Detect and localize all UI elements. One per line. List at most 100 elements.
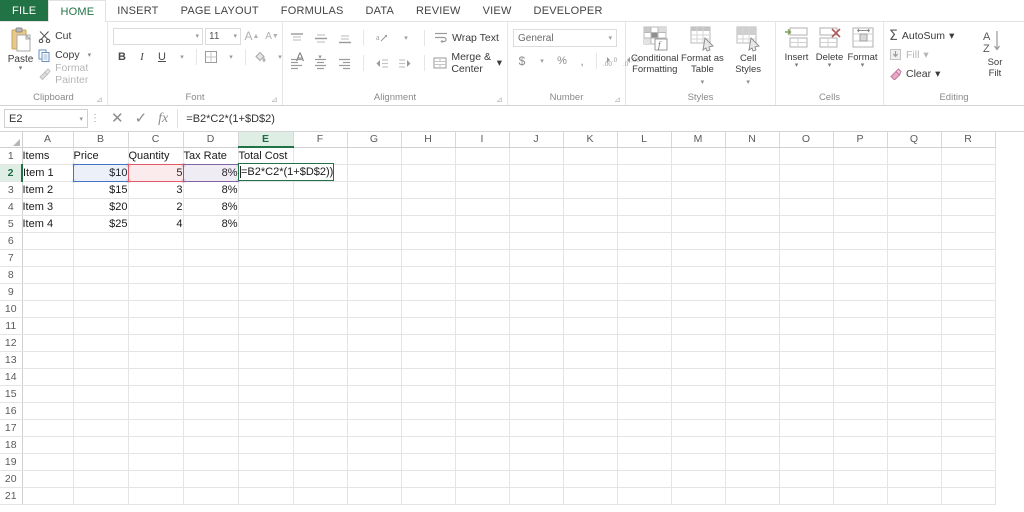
cell-L5[interactable]: [617, 215, 672, 233]
row-header-7[interactable]: 7: [0, 249, 23, 267]
cell-E16[interactable]: [238, 402, 294, 420]
row-header-13[interactable]: 13: [0, 351, 23, 369]
cell-R5[interactable]: [941, 215, 996, 233]
cell-J1[interactable]: [509, 147, 564, 165]
cell-P11[interactable]: [833, 317, 888, 335]
cell-N6[interactable]: [725, 232, 780, 250]
cell-K19[interactable]: [563, 453, 618, 471]
cell-K16[interactable]: [563, 402, 618, 420]
cell-O7[interactable]: [779, 249, 834, 267]
cell-J8[interactable]: [509, 266, 564, 284]
cell-D15[interactable]: [183, 385, 239, 403]
cell-M13[interactable]: [671, 351, 726, 369]
cell-J16[interactable]: [509, 402, 564, 420]
currency-button[interactable]: $: [513, 52, 531, 70]
row-header-9[interactable]: 9: [0, 283, 23, 301]
column-header-h[interactable]: H: [401, 132, 456, 148]
cell-D7[interactable]: [183, 249, 239, 267]
cell-N20[interactable]: [725, 470, 780, 488]
cell-O2[interactable]: [779, 164, 834, 182]
cell-E1[interactable]: Total Cost: [238, 147, 294, 165]
cell-I13[interactable]: [455, 351, 510, 369]
clear-dropdown-icon[interactable]: ▾: [935, 68, 940, 80]
cell-L20[interactable]: [617, 470, 672, 488]
cell-Q2[interactable]: [887, 164, 942, 182]
cell-O11[interactable]: [779, 317, 834, 335]
cell-K5[interactable]: [563, 215, 618, 233]
column-header-i[interactable]: I: [455, 132, 510, 148]
cell-A8[interactable]: [22, 266, 74, 284]
cell-E18[interactable]: [238, 436, 294, 454]
tab-formulas[interactable]: FORMULAS: [270, 0, 355, 22]
cell-H14[interactable]: [401, 368, 456, 386]
cell-D20[interactable]: [183, 470, 239, 488]
row-header-15[interactable]: 15: [0, 385, 23, 403]
cell-Q7[interactable]: [887, 249, 942, 267]
cell-E17[interactable]: [238, 419, 294, 437]
cell-N17[interactable]: [725, 419, 780, 437]
cell-F17[interactable]: [293, 419, 348, 437]
cell-F18[interactable]: [293, 436, 348, 454]
cell-Q9[interactable]: [887, 283, 942, 301]
comma-style-button[interactable]: ,: [573, 52, 591, 70]
cell-M1[interactable]: [671, 147, 726, 165]
cell-I2[interactable]: [455, 164, 510, 182]
cell-C16[interactable]: [128, 402, 184, 420]
align-bottom-button[interactable]: [336, 29, 354, 47]
row-header-8[interactable]: 8: [0, 266, 23, 284]
cell-A19[interactable]: [22, 453, 74, 471]
cell-M3[interactable]: [671, 181, 726, 199]
cell-P1[interactable]: [833, 147, 888, 165]
cell-G16[interactable]: [347, 402, 402, 420]
cell-B20[interactable]: [73, 470, 129, 488]
merge-center-button[interactable]: Merge & Center ▾: [433, 51, 502, 75]
cell-H7[interactable]: [401, 249, 456, 267]
cell-I7[interactable]: [455, 249, 510, 267]
cell-D10[interactable]: [183, 300, 239, 318]
cell-N19[interactable]: [725, 453, 780, 471]
cell-G2[interactable]: [347, 164, 402, 182]
cell-N1[interactable]: [725, 147, 780, 165]
increase-indent-button[interactable]: [397, 54, 415, 72]
cell-D5[interactable]: 8%: [183, 215, 239, 233]
column-header-f[interactable]: F: [293, 132, 348, 148]
cell-N18[interactable]: [725, 436, 780, 454]
cell-R17[interactable]: [941, 419, 996, 437]
cell-I16[interactable]: [455, 402, 510, 420]
sort-filter-button[interactable]: A Z Sor Filt: [983, 28, 1007, 79]
delete-cells-button[interactable]: Delete ▾: [814, 26, 845, 69]
cell-C17[interactable]: [128, 419, 184, 437]
cell-R20[interactable]: [941, 470, 996, 488]
cell-C21[interactable]: [128, 487, 184, 505]
cell-B19[interactable]: [73, 453, 129, 471]
cell-B11[interactable]: [73, 317, 129, 335]
cell-A20[interactable]: [22, 470, 74, 488]
cell-O8[interactable]: [779, 266, 834, 284]
cell-F11[interactable]: [293, 317, 348, 335]
cell-L3[interactable]: [617, 181, 672, 199]
column-header-l[interactable]: L: [617, 132, 672, 148]
cell-G6[interactable]: [347, 232, 402, 250]
cell-Q12[interactable]: [887, 334, 942, 352]
cell-H16[interactable]: [401, 402, 456, 420]
cell-F9[interactable]: [293, 283, 348, 301]
cell-H9[interactable]: [401, 283, 456, 301]
cell-I8[interactable]: [455, 266, 510, 284]
cell-P14[interactable]: [833, 368, 888, 386]
cell-A10[interactable]: [22, 300, 74, 318]
cell-B17[interactable]: [73, 419, 129, 437]
cell-J17[interactable]: [509, 419, 564, 437]
name-box[interactable]: E2 ▾: [4, 109, 88, 128]
underline-dropdown-icon[interactable]: ▾: [173, 48, 191, 66]
cell-M12[interactable]: [671, 334, 726, 352]
cell-G17[interactable]: [347, 419, 402, 437]
cell-C19[interactable]: [128, 453, 184, 471]
cell-P9[interactable]: [833, 283, 888, 301]
cell-K6[interactable]: [563, 232, 618, 250]
row-header-10[interactable]: 10: [0, 300, 23, 318]
row-header-6[interactable]: 6: [0, 232, 23, 250]
delete-cells-dropdown-icon[interactable]: ▾: [828, 62, 832, 69]
cell-H2[interactable]: [401, 164, 456, 182]
cell-M18[interactable]: [671, 436, 726, 454]
cell-N15[interactable]: [725, 385, 780, 403]
